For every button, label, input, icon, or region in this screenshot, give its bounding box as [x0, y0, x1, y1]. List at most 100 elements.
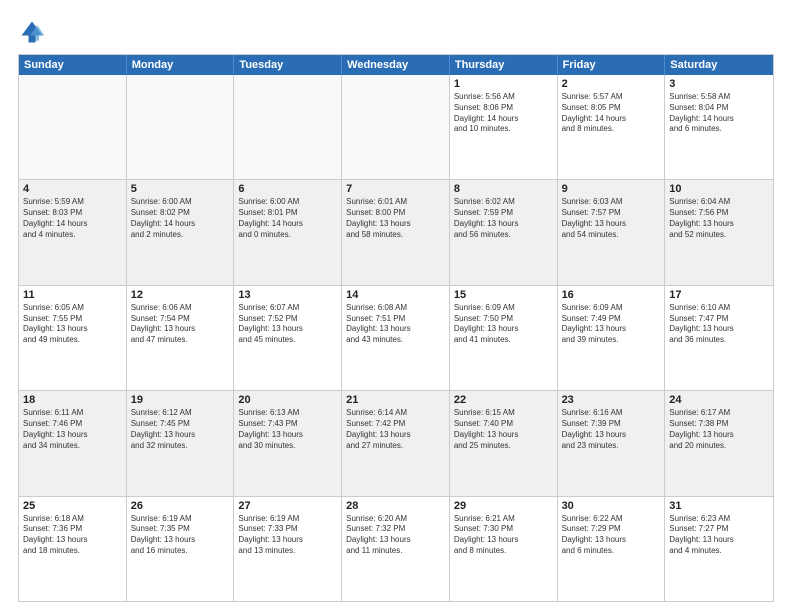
day-cell-5: 5 Sunrise: 6:00 AM Sunset: 8:02 PM Daylig…: [127, 180, 235, 284]
calendar-header: SundayMondayTuesdayWednesdayThursdayFrid…: [19, 55, 773, 75]
day-info: Sunrise: 6:05 AM Sunset: 7:55 PM Dayligh…: [23, 303, 122, 346]
day-cell-16: 16Sunrise: 6:09 AM Sunset: 7:49 PM Dayli…: [558, 286, 666, 390]
day-cell-25: 25 Sunrise: 6:18 AM Sunset: 7:36 PM Dayli…: [19, 497, 127, 601]
day-info: Sunrise: 6:03 AM Sunset: 7:57 PM Dayligh…: [562, 197, 661, 240]
day-number: 31: [669, 500, 769, 512]
calendar: SundayMondayTuesdayWednesdayThursdayFrid…: [18, 54, 774, 602]
day-cell-11: 11 Sunrise: 6:05 AM Sunset: 7:55 PM Dayli…: [19, 286, 127, 390]
day-cell-12: 12 Sunrise: 6:06 AM Sunset: 7:54 PM Dayli…: [127, 286, 235, 390]
header-day-saturday: Saturday: [665, 55, 773, 75]
header-day-wednesday: Wednesday: [342, 55, 450, 75]
day-number: 3: [669, 78, 769, 90]
day-info: Sunrise: 5:58 AM Sunset: 8:04 PM Dayligh…: [669, 92, 769, 135]
header: [18, 18, 774, 46]
day-cell-21: 21Sunrise: 6:14 AM Sunset: 7:42 PM Dayli…: [342, 391, 450, 495]
day-cell-6: 6Sunrise: 6:00 AM Sunset: 8:01 PM Daylig…: [234, 180, 342, 284]
calendar-row-3: 11 Sunrise: 6:05 AM Sunset: 7:55 PM Dayli…: [19, 285, 773, 390]
day-number: 18: [23, 394, 122, 406]
day-info: Sunrise: 6:11 AM Sunset: 7:46 PM Dayligh…: [23, 408, 122, 451]
day-info: Sunrise: 6:09 AM Sunset: 7:50 PM Dayligh…: [454, 303, 553, 346]
day-info: Sunrise: 6:12 AM Sunset: 7:45 PM Dayligh…: [131, 408, 230, 451]
empty-cell: [234, 75, 342, 179]
day-number: 1: [454, 78, 553, 90]
header-day-friday: Friday: [558, 55, 666, 75]
day-info: Sunrise: 6:21 AM Sunset: 7:30 PM Dayligh…: [454, 514, 553, 557]
day-number: 7: [346, 183, 445, 195]
day-info: Sunrise: 6:19 AM Sunset: 7:35 PM Dayligh…: [131, 514, 230, 557]
logo: [18, 18, 50, 46]
day-info: Sunrise: 6:15 AM Sunset: 7:40 PM Dayligh…: [454, 408, 553, 451]
empty-cell: [19, 75, 127, 179]
day-number: 25: [23, 500, 122, 512]
header-day-monday: Monday: [127, 55, 235, 75]
day-info: Sunrise: 6:10 AM Sunset: 7:47 PM Dayligh…: [669, 303, 769, 346]
day-cell-31: 31 Sunrise: 6:23 AM Sunset: 7:27 PM Dayli…: [665, 497, 773, 601]
empty-cell: [127, 75, 235, 179]
day-number: 26: [131, 500, 230, 512]
day-info: Sunrise: 6:07 AM Sunset: 7:52 PM Dayligh…: [238, 303, 337, 346]
day-cell-7: 7 Sunrise: 6:01 AM Sunset: 8:00 PM Daylig…: [342, 180, 450, 284]
day-cell-1: 1Sunrise: 5:56 AM Sunset: 8:06 PM Daylig…: [450, 75, 558, 179]
day-number: 24: [669, 394, 769, 406]
day-info: Sunrise: 6:23 AM Sunset: 7:27 PM Dayligh…: [669, 514, 769, 557]
day-info: Sunrise: 6:17 AM Sunset: 7:38 PM Dayligh…: [669, 408, 769, 451]
day-number: 5: [131, 183, 230, 195]
day-cell-4: 4 Sunrise: 5:59 AM Sunset: 8:03 PM Daylig…: [19, 180, 127, 284]
day-cell-8: 8Sunrise: 6:02 AM Sunset: 7:59 PM Daylig…: [450, 180, 558, 284]
calendar-row-5: 25 Sunrise: 6:18 AM Sunset: 7:36 PM Dayli…: [19, 496, 773, 601]
calendar-body: 1Sunrise: 5:56 AM Sunset: 8:06 PM Daylig…: [19, 75, 773, 601]
calendar-row-2: 4 Sunrise: 5:59 AM Sunset: 8:03 PM Daylig…: [19, 179, 773, 284]
day-number: 6: [238, 183, 337, 195]
day-cell-23: 23 Sunrise: 6:16 AM Sunset: 7:39 PM Dayli…: [558, 391, 666, 495]
day-info: Sunrise: 6:14 AM Sunset: 7:42 PM Dayligh…: [346, 408, 445, 451]
header-day-tuesday: Tuesday: [234, 55, 342, 75]
day-cell-26: 26 Sunrise: 6:19 AM Sunset: 7:35 PM Dayli…: [127, 497, 235, 601]
day-info: Sunrise: 6:08 AM Sunset: 7:51 PM Dayligh…: [346, 303, 445, 346]
day-number: 29: [454, 500, 553, 512]
calendar-row-4: 18 Sunrise: 6:11 AM Sunset: 7:46 PM Dayli…: [19, 390, 773, 495]
day-info: Sunrise: 6:20 AM Sunset: 7:32 PM Dayligh…: [346, 514, 445, 557]
day-cell-3: 3 Sunrise: 5:58 AM Sunset: 8:04 PM Daylig…: [665, 75, 773, 179]
day-number: 17: [669, 289, 769, 301]
day-cell-15: 15 Sunrise: 6:09 AM Sunset: 7:50 PM Dayli…: [450, 286, 558, 390]
day-cell-13: 13Sunrise: 6:07 AM Sunset: 7:52 PM Dayli…: [234, 286, 342, 390]
day-cell-28: 28 Sunrise: 6:20 AM Sunset: 7:32 PM Dayli…: [342, 497, 450, 601]
day-info: Sunrise: 6:09 AM Sunset: 7:49 PM Dayligh…: [562, 303, 661, 346]
header-day-sunday: Sunday: [19, 55, 127, 75]
day-number: 28: [346, 500, 445, 512]
day-info: Sunrise: 6:13 AM Sunset: 7:43 PM Dayligh…: [238, 408, 337, 451]
day-info: Sunrise: 5:57 AM Sunset: 8:05 PM Dayligh…: [562, 92, 661, 135]
day-cell-24: 24 Sunrise: 6:17 AM Sunset: 7:38 PM Dayli…: [665, 391, 773, 495]
day-number: 15: [454, 289, 553, 301]
day-number: 12: [131, 289, 230, 301]
day-number: 19: [131, 394, 230, 406]
day-info: Sunrise: 6:00 AM Sunset: 8:02 PM Dayligh…: [131, 197, 230, 240]
day-number: 14: [346, 289, 445, 301]
header-day-thursday: Thursday: [450, 55, 558, 75]
day-info: Sunrise: 6:19 AM Sunset: 7:33 PM Dayligh…: [238, 514, 337, 557]
empty-cell: [342, 75, 450, 179]
day-number: 27: [238, 500, 337, 512]
day-info: Sunrise: 6:16 AM Sunset: 7:39 PM Dayligh…: [562, 408, 661, 451]
day-cell-14: 14 Sunrise: 6:08 AM Sunset: 7:51 PM Dayli…: [342, 286, 450, 390]
day-cell-29: 29 Sunrise: 6:21 AM Sunset: 7:30 PM Dayli…: [450, 497, 558, 601]
day-cell-19: 19 Sunrise: 6:12 AM Sunset: 7:45 PM Dayli…: [127, 391, 235, 495]
day-number: 9: [562, 183, 661, 195]
day-number: 11: [23, 289, 122, 301]
day-number: 23: [562, 394, 661, 406]
day-info: Sunrise: 6:22 AM Sunset: 7:29 PM Dayligh…: [562, 514, 661, 557]
day-cell-18: 18 Sunrise: 6:11 AM Sunset: 7:46 PM Dayli…: [19, 391, 127, 495]
day-info: Sunrise: 5:59 AM Sunset: 8:03 PM Dayligh…: [23, 197, 122, 240]
day-info: Sunrise: 6:01 AM Sunset: 8:00 PM Dayligh…: [346, 197, 445, 240]
day-info: Sunrise: 6:04 AM Sunset: 7:56 PM Dayligh…: [669, 197, 769, 240]
calendar-row-1: 1Sunrise: 5:56 AM Sunset: 8:06 PM Daylig…: [19, 75, 773, 179]
day-number: 8: [454, 183, 553, 195]
day-cell-2: 2Sunrise: 5:57 AM Sunset: 8:05 PM Daylig…: [558, 75, 666, 179]
day-info: Sunrise: 6:06 AM Sunset: 7:54 PM Dayligh…: [131, 303, 230, 346]
logo-icon: [18, 18, 46, 46]
day-cell-10: 10Sunrise: 6:04 AM Sunset: 7:56 PM Dayli…: [665, 180, 773, 284]
day-cell-20: 20Sunrise: 6:13 AM Sunset: 7:43 PM Dayli…: [234, 391, 342, 495]
day-number: 22: [454, 394, 553, 406]
day-number: 4: [23, 183, 122, 195]
day-info: Sunrise: 6:18 AM Sunset: 7:36 PM Dayligh…: [23, 514, 122, 557]
